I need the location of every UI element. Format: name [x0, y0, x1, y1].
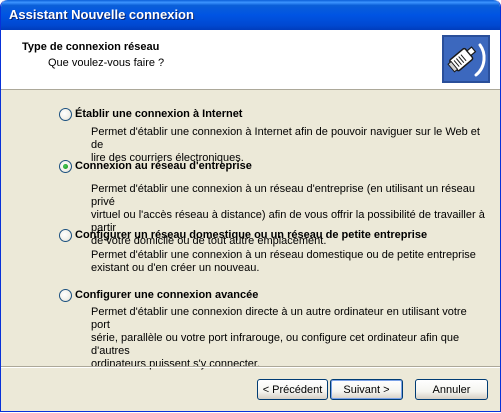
description-line: existant ou d'en créer un nouveau. [91, 262, 260, 274]
radio-home-network[interactable] [59, 229, 72, 242]
description-line: Permet d'établir une connexion directe à… [91, 306, 467, 331]
title-bar[interactable]: Assistant Nouvelle connexion [1, 0, 500, 30]
option-home-network-label[interactable]: Configurer un réseau domestique ou un ré… [75, 229, 427, 241]
description-line: Permet d'établir une connexion à Interne… [91, 126, 480, 151]
footer-separator [1, 366, 500, 368]
window-title: Assistant Nouvelle connexion [9, 7, 194, 22]
option-advanced-label[interactable]: Configurer une connexion avancée [75, 289, 258, 301]
option-home-network-description: Permet d'établir une connexion à un rése… [91, 249, 486, 275]
network-cable-plug-icon [442, 35, 490, 83]
wizard-header: Type de connexion réseau Que voulez-vous… [1, 30, 500, 90]
back-button[interactable]: < Précédent [257, 379, 328, 400]
description-line: ordinateurs puissent s'y connecter. [91, 358, 261, 370]
header-title: Type de connexion réseau [22, 41, 160, 53]
description-line: Permet d'établir une connexion à un rése… [91, 183, 475, 208]
header-subtitle: Que voulez-vous faire ? [48, 57, 165, 69]
cancel-button[interactable]: Annuler [415, 379, 488, 400]
description-line: série, parallèle ou votre port infraroug… [91, 332, 460, 357]
wizard-window: Assistant Nouvelle connexion Type de con… [0, 0, 501, 412]
next-button[interactable]: Suivant > [330, 379, 403, 400]
radio-selected-dot [63, 164, 68, 169]
option-advanced-description: Permet d'établir une connexion directe à… [91, 306, 486, 371]
radio-corporate[interactable] [59, 160, 72, 173]
option-corporate-label[interactable]: Connexion au réseau d'entreprise [75, 160, 252, 172]
description-line: Permet d'établir une connexion à un rése… [91, 249, 476, 261]
radio-internet[interactable] [59, 108, 72, 121]
option-internet-label[interactable]: Établir une connexion à Internet [75, 108, 242, 120]
radio-advanced[interactable] [59, 289, 72, 302]
